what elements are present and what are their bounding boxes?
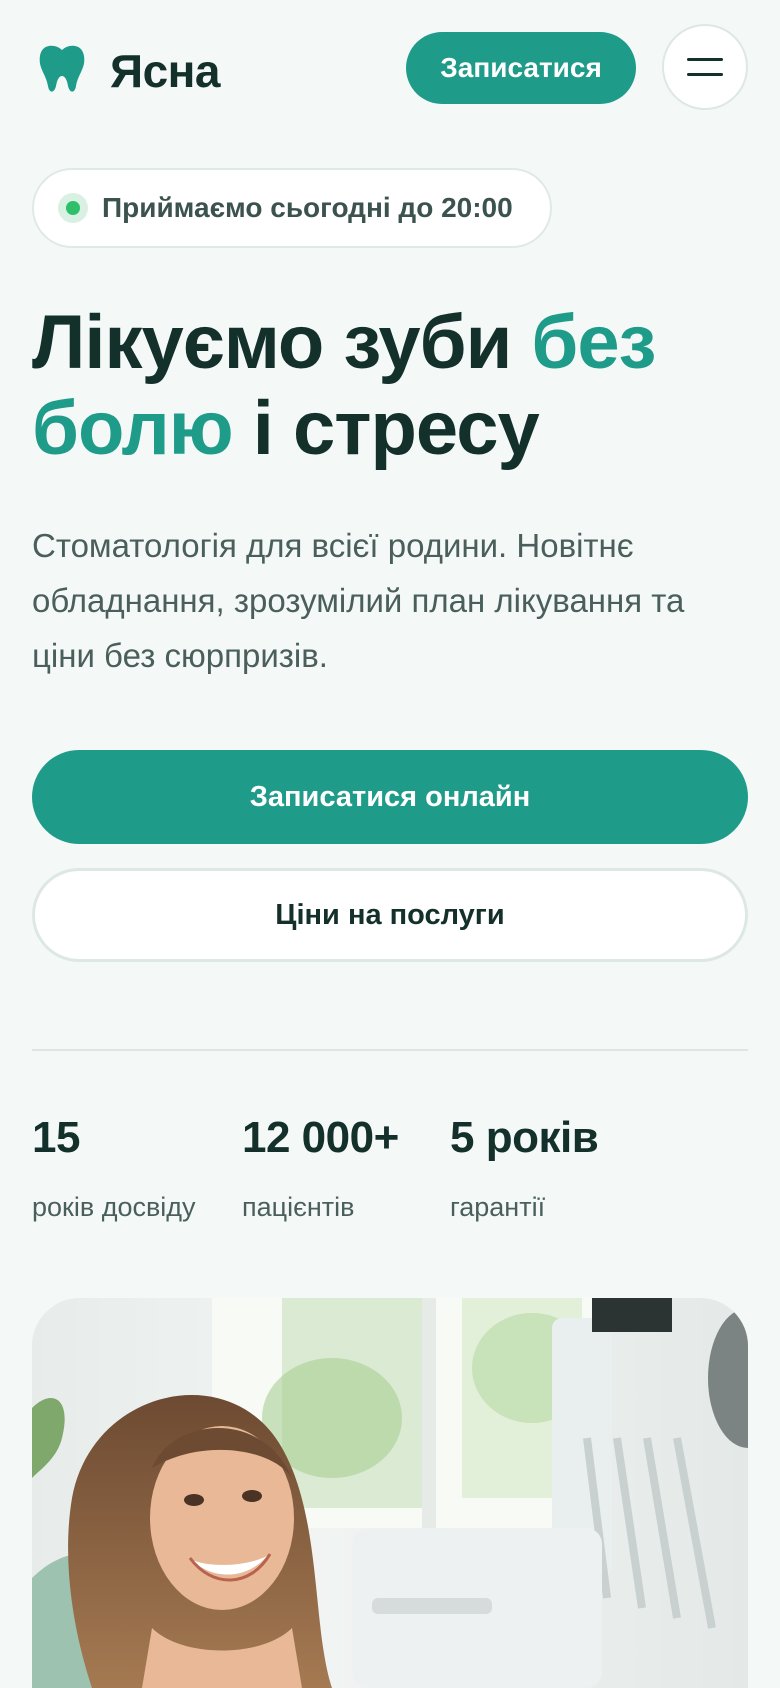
opening-hours-badge: Приймаємо сьогодні до 20:00 bbox=[32, 168, 552, 248]
hero-title: Лікуємо зуби без болю і стресу bbox=[32, 300, 752, 472]
stat-experience: 15 років досвіду bbox=[32, 1112, 196, 1223]
hero-title-part1: Лікуємо зуби bbox=[32, 300, 532, 385]
stat-value: 12 000+ bbox=[242, 1113, 399, 1162]
status-dot-icon bbox=[58, 193, 88, 223]
hero-description: Стоматологія для всієї родини. Новітнє о… bbox=[32, 527, 685, 674]
brand-logo[interactable]: Ясна bbox=[38, 42, 221, 99]
book-appointment-button[interactable]: Записатися bbox=[406, 32, 636, 104]
section-divider bbox=[32, 1049, 748, 1051]
brand-name: Ясна bbox=[110, 44, 221, 97]
stat-value: 5 років bbox=[450, 1113, 599, 1162]
stat-patients: 12 000+ пацієнтів bbox=[242, 1112, 399, 1223]
opening-hours-text: Приймаємо сьогодні до 20:00 bbox=[102, 192, 513, 223]
stat-label: років досвіду bbox=[32, 1192, 196, 1222]
prices-button[interactable]: Ціни на послуги bbox=[32, 868, 748, 962]
book-online-button[interactable]: Записатися онлайн bbox=[32, 750, 748, 844]
menu-icon-line bbox=[687, 73, 723, 76]
stat-label: гарантії bbox=[450, 1192, 546, 1222]
menu-icon-line bbox=[687, 58, 723, 61]
stat-label: пацієнтів bbox=[242, 1192, 355, 1222]
stat-value: 15 bbox=[32, 1113, 80, 1162]
menu-button[interactable] bbox=[662, 24, 748, 110]
tooth-icon bbox=[38, 42, 86, 99]
hero-title-part2: і стресу bbox=[232, 386, 540, 471]
stat-warranty: 5 років гарантії bbox=[450, 1112, 599, 1223]
hero-photo bbox=[32, 1298, 748, 1688]
site-header: Ясна Записатися bbox=[0, 24, 780, 112]
landing-page: Ясна Записатися Приймаємо сьогодні до 20… bbox=[0, 0, 780, 1688]
